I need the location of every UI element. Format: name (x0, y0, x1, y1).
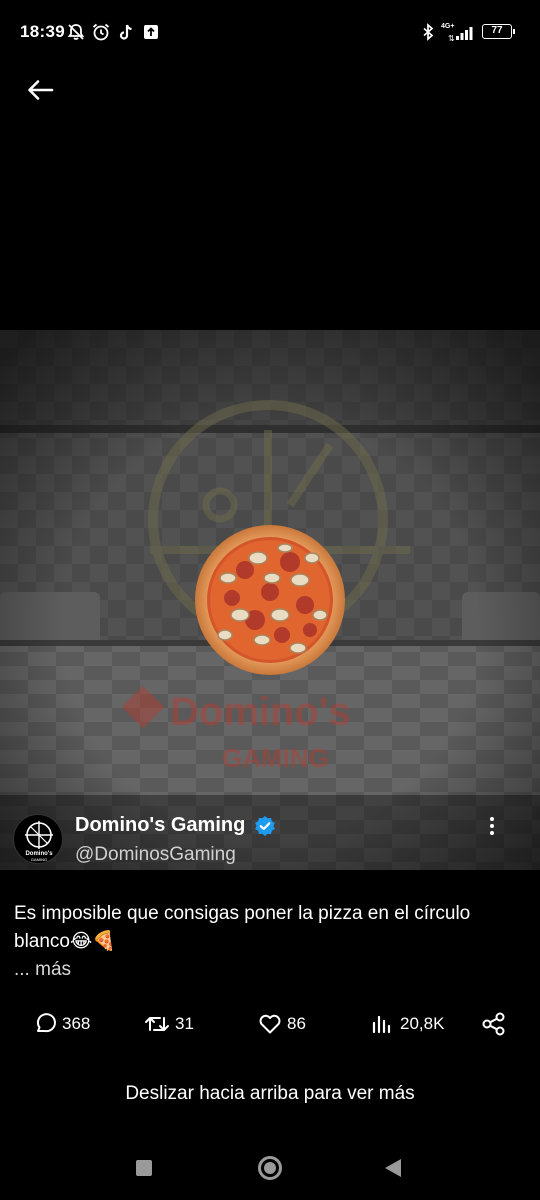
more-dot (490, 824, 494, 828)
verified-badge-icon (255, 816, 275, 836)
alarm-icon (92, 23, 110, 41)
post-caption: Es imposible que consigas poner la pizza… (14, 903, 471, 952)
more-dot (490, 831, 494, 835)
svg-text:GAMING: GAMING (222, 743, 329, 773)
views-button[interactable]: 20,8K (370, 1004, 444, 1044)
share-icon (482, 1012, 505, 1036)
avatar[interactable]: Domino's GAMING (13, 814, 63, 864)
like-button[interactable]: 86 (257, 1004, 306, 1044)
tiktok-icon (119, 24, 132, 40)
status-time: 18:39 (20, 22, 65, 41)
author-handle[interactable]: @DominosGaming (75, 844, 236, 866)
game-scene: Domino's GAMING (0, 330, 540, 870)
battery-icon: 77 (482, 24, 515, 39)
back-button[interactable] (20, 72, 60, 108)
swipe-hint[interactable]: Deslizar hacia arriba para ver más (0, 1083, 540, 1105)
show-more-link[interactable]: ... más (14, 956, 71, 984)
svg-text:Domino's: Domino's (170, 690, 351, 734)
more-options-button[interactable] (478, 812, 506, 840)
back-triangle-icon[interactable] (384, 1158, 402, 1178)
home-button-center (264, 1162, 276, 1174)
upload-icon (144, 25, 158, 39)
heart-icon (259, 1014, 281, 1034)
signal-icon: ⇅ (448, 27, 473, 42)
dominos-gaming-logo-icon: Domino's GAMING (25, 821, 53, 862)
like-count: 86 (287, 1014, 306, 1033)
svg-text:GAMING: GAMING (31, 857, 47, 862)
bluetooth-icon (423, 23, 434, 41)
reply-button[interactable]: 368 (32, 1004, 90, 1044)
views-chart-icon (372, 1015, 391, 1034)
video-player[interactable]: Domino's GAMING (0, 330, 540, 870)
more-dot (490, 817, 494, 821)
view-count: 20,8K (400, 1014, 445, 1033)
repost-button[interactable]: 31 (143, 1004, 194, 1044)
status-bar: 18:39 4G+ ⇅ 77 (0, 0, 540, 64)
repost-icon (145, 1017, 169, 1031)
home-button[interactable] (258, 1156, 282, 1180)
muted-bell-icon (67, 24, 85, 40)
reply-count: 368 (62, 1014, 91, 1033)
pizza[interactable] (195, 525, 345, 675)
share-button[interactable] (480, 1004, 508, 1044)
repost-count: 31 (175, 1014, 194, 1033)
author-display-name[interactable]: Domino's Gaming (75, 814, 245, 837)
video-post-screen: 18:39 4G+ ⇅ 77 Domino's GAMING Domino's … (0, 0, 540, 1200)
arrow-left-icon (28, 80, 54, 100)
svg-text:⇅: ⇅ (448, 34, 455, 42)
reply-icon (36, 1013, 56, 1033)
author-bar: Domino's GAMING Domino's Gaming @Dominos… (0, 806, 540, 870)
recents-button[interactable] (136, 1160, 152, 1176)
action-bar: 368 31 86 20,8K (0, 1004, 540, 1044)
system-nav-bar (0, 1140, 540, 1200)
